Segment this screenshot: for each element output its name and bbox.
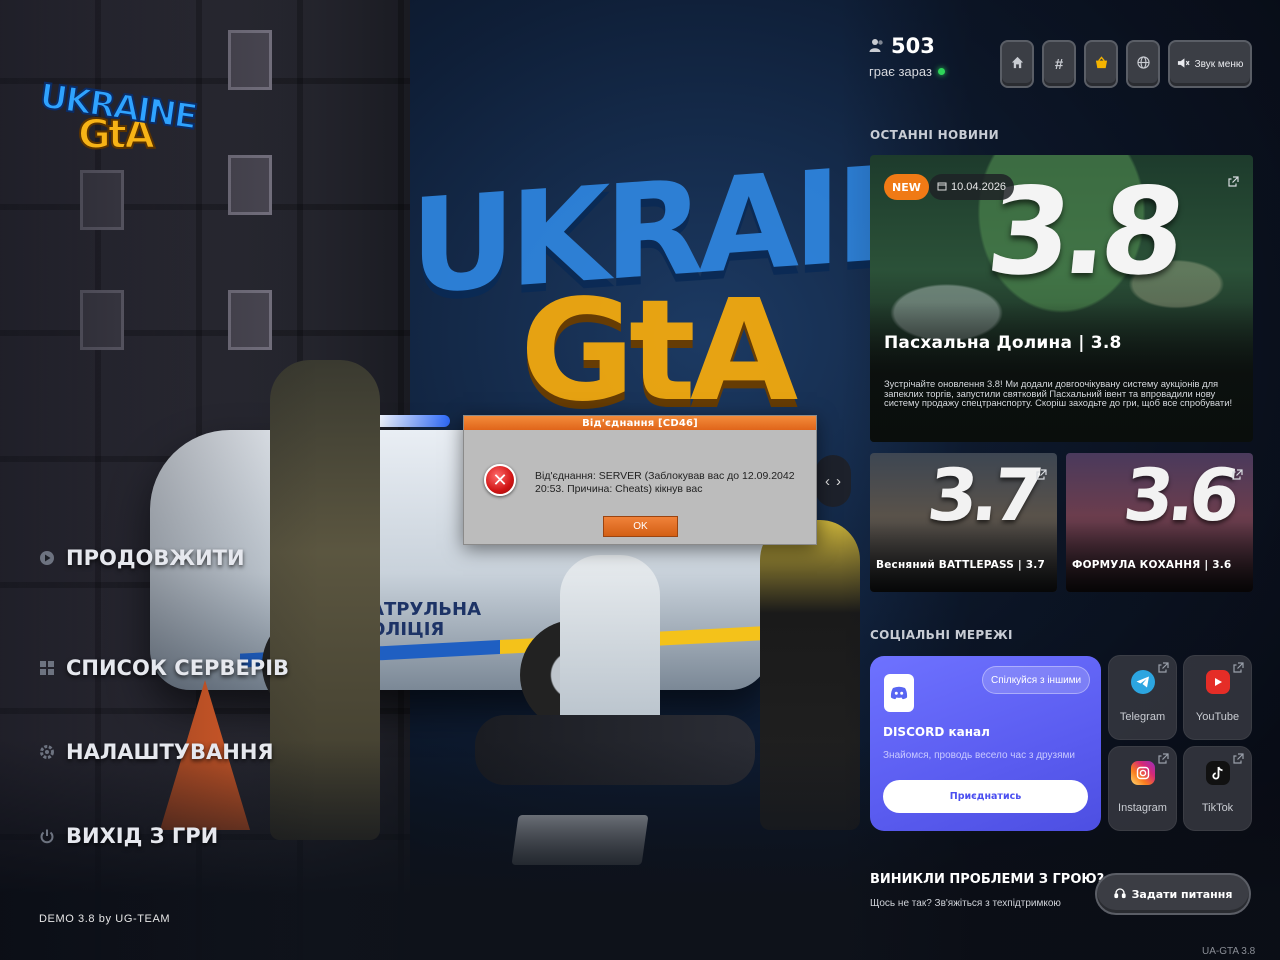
play-icon xyxy=(38,549,56,567)
hashtag-button[interactable]: # xyxy=(1042,40,1076,88)
news-card-title: Весняний BATTLEPASS | 3.7 xyxy=(876,559,1045,571)
discord-card: Спілкуйся з іншими DISCORD канал Знайомс… xyxy=(870,656,1101,831)
social-label: YouTube xyxy=(1195,711,1240,723)
online-counter: 503 грає зараз xyxy=(869,34,945,79)
discord-join-button[interactable]: Приєднатись xyxy=(883,780,1088,813)
ok-button[interactable]: OK xyxy=(603,516,678,537)
online-label: грає зараз xyxy=(869,64,932,79)
external-link-icon[interactable] xyxy=(1036,469,1048,481)
sound-toggle-button[interactable]: Звук меню xyxy=(1168,40,1252,88)
social-label: Telegram xyxy=(1119,711,1166,723)
telegram-link[interactable]: Telegram xyxy=(1108,655,1177,740)
instagram-icon xyxy=(1131,761,1155,785)
mute-icon xyxy=(1177,57,1190,72)
ask-question-label: Задати питання xyxy=(1131,887,1233,901)
gear-icon xyxy=(38,743,56,761)
external-link-icon xyxy=(1158,662,1170,674)
news-main-shade xyxy=(870,302,1253,442)
chevron-right-icon[interactable]: › xyxy=(836,473,841,490)
news-slider-arrows[interactable]: ‹ › xyxy=(815,455,851,507)
menu-exit[interactable]: ВИХІД З ГРИ xyxy=(38,824,218,848)
help-title: ВИНИКЛИ ПРОБЛЕМИ З ГРОЮ? xyxy=(870,872,1105,887)
doctor-figure xyxy=(560,555,660,725)
online-count: 503 xyxy=(891,34,935,58)
news-section-title: ОСТАННІ НОВИНИ xyxy=(870,128,999,142)
globe-button[interactable] xyxy=(1126,40,1160,88)
menu-label: ПРОДОВЖИТИ xyxy=(66,546,245,570)
hashtag-icon: # xyxy=(1054,55,1064,73)
game-logo: UKRAINE GtA xyxy=(36,75,200,176)
news-card[interactable]: 3.7 Весняний BATTLEPASS | 3.7 xyxy=(870,453,1057,592)
menu-server-list[interactable]: СПИСОК СЕРВЕРІВ xyxy=(38,656,289,680)
menu-label: ВИХІД З ГРИ xyxy=(66,824,219,848)
dialog-titlebar[interactable]: Від'єднання [CD46] xyxy=(464,416,816,430)
dialog-message: Від'єднання: SERVER (Заблокував вас до 1… xyxy=(535,470,795,495)
external-link-icon xyxy=(1233,662,1245,674)
news-main-title: Пасхальна Долина | 3.8 xyxy=(884,333,1122,353)
external-link-icon xyxy=(1233,753,1245,765)
client-version: UA-GTA 3.8 xyxy=(1202,946,1256,957)
sound-label: Звук меню xyxy=(1194,58,1244,70)
news-card-shade xyxy=(870,522,1057,592)
youtube-icon xyxy=(1206,670,1230,694)
telegram-icon xyxy=(1131,670,1155,694)
social-label: TikTok xyxy=(1201,802,1234,814)
tiktok-icon xyxy=(1206,761,1230,785)
power-icon xyxy=(38,827,56,845)
chevron-left-icon[interactable]: ‹ xyxy=(825,473,830,490)
news-date: 10.04.2026 xyxy=(951,181,1007,193)
online-label-row: грає зараз xyxy=(869,64,945,79)
news-card-shade xyxy=(1066,522,1253,592)
users-icon xyxy=(869,34,885,58)
youtube-link[interactable]: YouTube xyxy=(1183,655,1252,740)
online-status-dot xyxy=(937,68,945,75)
shop-button[interactable] xyxy=(1084,40,1118,88)
discord-icon xyxy=(884,674,914,712)
menu-continue[interactable]: ПРОДОВЖИТИ xyxy=(38,546,245,570)
external-link-icon[interactable] xyxy=(1232,469,1244,481)
external-link-icon xyxy=(1158,753,1170,765)
tiktok-link[interactable]: TikTok xyxy=(1183,746,1252,831)
home-icon xyxy=(1011,56,1024,73)
instagram-link[interactable]: Instagram xyxy=(1108,746,1177,831)
new-badge: NEW xyxy=(884,174,929,200)
ask-question-button[interactable]: Задати питання xyxy=(1095,873,1251,915)
online-count-row: 503 xyxy=(869,34,945,58)
news-main-description: Зустрічайте оновлення 3.8! Ми додали дов… xyxy=(884,378,1233,409)
background-logo-gta: GtA xyxy=(520,270,798,433)
dialog-title: Від'єднання [CD46] xyxy=(582,417,698,429)
social-section-title: СОЦІАЛЬНІ МЕРЕЖІ xyxy=(870,628,1013,642)
disconnect-dialog: Від'єднання [CD46] ✕ Від'єднання: SERVER… xyxy=(463,415,817,545)
discord-subtitle: Знайомся, проводь весело час з друзями xyxy=(883,750,1075,761)
error-icon: ✕ xyxy=(484,464,516,496)
shop-icon xyxy=(1095,55,1108,73)
demo-version-label: DEMO 3.8 by UG-TEAM xyxy=(39,913,171,925)
news-date-badge: 10.04.2026 xyxy=(929,174,1015,200)
discord-pill: Спілкуйся з іншими xyxy=(982,666,1091,694)
social-label: Instagram xyxy=(1118,802,1167,814)
globe-icon xyxy=(1136,55,1150,73)
menu-label: НАЛАШТУВАННЯ xyxy=(66,740,274,764)
menu-label: СПИСОК СЕРВЕРІВ xyxy=(66,656,290,680)
external-link-icon[interactable] xyxy=(1228,176,1240,188)
calendar-icon xyxy=(937,181,947,194)
headset-icon xyxy=(1113,887,1126,902)
help-subtitle: Щось не так? Зв'яжіться з техпідтримкою xyxy=(870,898,1061,909)
grid-icon xyxy=(38,659,56,677)
news-card[interactable]: 3.6 ФОРМУЛА КОХАННЯ | 3.6 xyxy=(1066,453,1253,592)
news-card-title: ФОРМУЛА КОХАННЯ | 3.6 xyxy=(1072,559,1232,571)
menu-settings[interactable]: НАЛАШТУВАННЯ xyxy=(38,740,274,764)
home-button[interactable] xyxy=(1000,40,1034,88)
discord-title: DISCORD канал xyxy=(883,725,990,739)
